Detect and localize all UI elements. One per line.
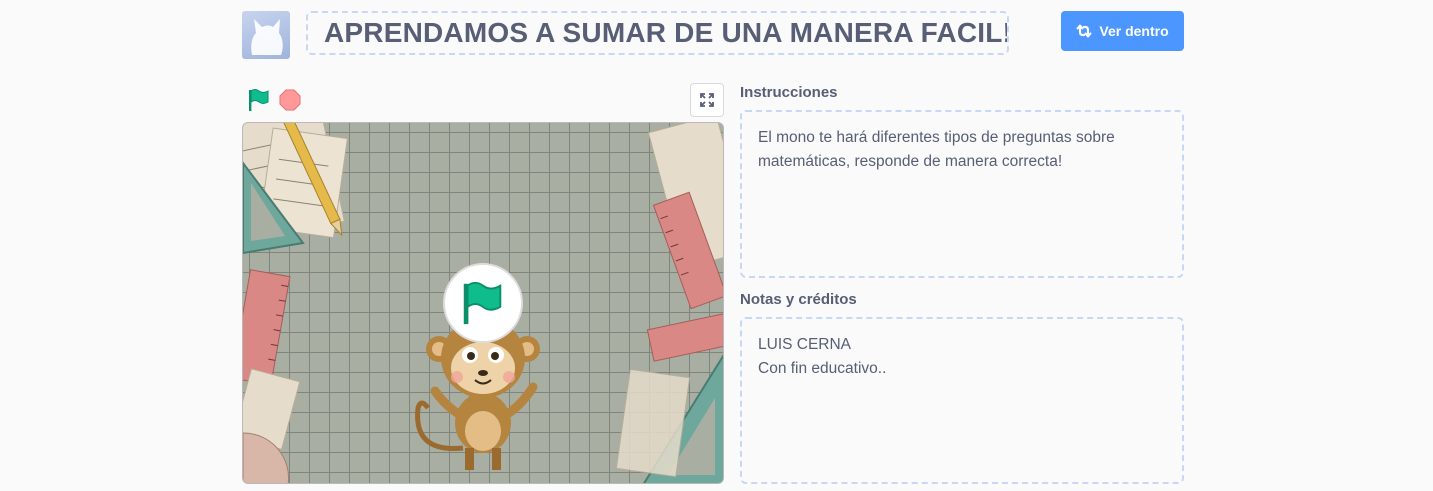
instructions-heading: Instrucciones — [740, 84, 838, 101]
project-thumbnail-avatar[interactable] — [242, 11, 290, 59]
notes-textbox[interactable]: LUIS CERNA Con fin educativo.. — [740, 317, 1184, 484]
green-flag-button[interactable] — [246, 88, 272, 112]
ruler — [243, 269, 291, 386]
project-title[interactable]: APRENDAMOS A SUMAR DE UNA MANERA FACIL! — [306, 11, 1009, 55]
stop-button[interactable] — [279, 89, 301, 111]
see-inside-button[interactable]: Ver dentro — [1061, 11, 1184, 51]
fullscreen-button[interactable] — [690, 83, 724, 117]
scratch-cat-icon — [251, 19, 283, 55]
stop-icon — [279, 89, 301, 111]
remix-icon — [1076, 24, 1092, 38]
start-project-overlay-button[interactable] — [443, 263, 523, 343]
ruler — [646, 312, 723, 362]
see-inside-label: Ver dentro — [1099, 23, 1169, 39]
notes-heading: Notas y créditos — [740, 291, 857, 308]
instructions-textbox[interactable]: El mono te hará diferentes tipos de preg… — [740, 110, 1184, 278]
fullscreen-icon — [700, 93, 714, 107]
project-stage[interactable] — [242, 122, 724, 484]
green-flag-icon — [249, 89, 269, 111]
green-flag-icon — [463, 281, 502, 325]
